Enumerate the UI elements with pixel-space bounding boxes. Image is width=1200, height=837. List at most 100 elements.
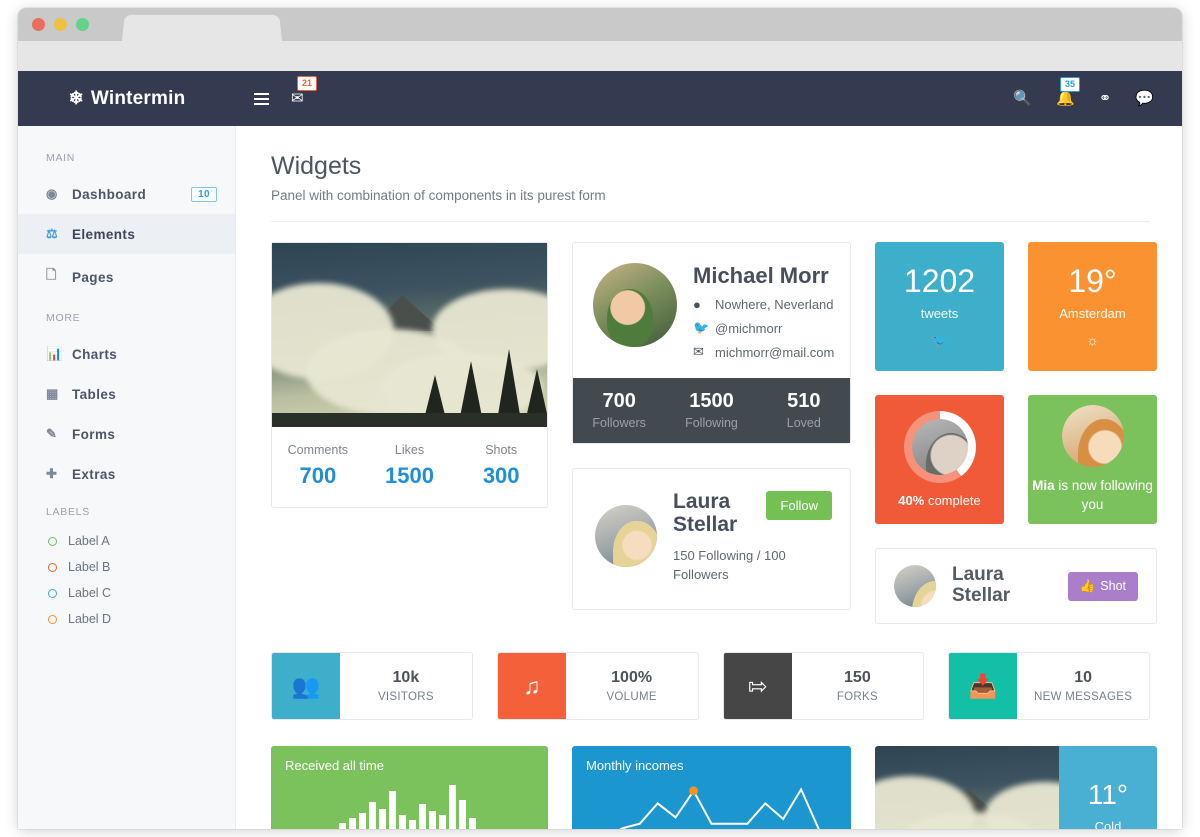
stat-loved: 510 Loved: [758, 390, 850, 430]
shot-button[interactable]: 👍 Shot: [1067, 571, 1138, 601]
code-fork-icon: ⇰: [723, 653, 792, 719]
mountain-clouds-photo: [875, 746, 1059, 829]
stat-value: 300: [482, 463, 520, 488]
bell-badge: 35: [1060, 77, 1081, 92]
circle-icon: [48, 562, 57, 572]
hamburger-icon[interactable]: [254, 92, 269, 105]
bell-icon[interactable]: 🔔 35: [1056, 77, 1081, 106]
tweets-count: 1202: [903, 262, 976, 299]
sidebar-item-elements[interactable]: ⚖ Elements: [18, 214, 235, 254]
minimize-button[interactable]: [54, 18, 67, 31]
close-button[interactable]: [32, 18, 45, 31]
window-controls: [32, 18, 89, 31]
stat-label: Following: [685, 416, 738, 430]
sidebar-label-a[interactable]: Label A: [18, 528, 235, 554]
page-subtitle: Panel with combination of components in …: [271, 188, 606, 203]
received-card: Received all time 15080 10000 5100: [271, 746, 548, 829]
browser-tab[interactable]: [122, 14, 282, 41]
sidebar-label-c[interactable]: Label C: [18, 580, 235, 606]
follower-name: Mia: [1032, 478, 1055, 494]
stat-label: Followers: [592, 416, 646, 430]
stat-value: 700: [602, 390, 636, 412]
stat-strip: 👥 10k VISITORS ♫ 100% VOLUME ⇰ 150 FORKS…: [271, 652, 1150, 720]
follower-message: Mia is now following you: [1028, 477, 1157, 513]
stat-value: 10k: [392, 669, 420, 686]
shot-card-name: Laura Stellar: [952, 564, 1011, 606]
follow-button[interactable]: Follow: [766, 491, 832, 520]
profile-twitter: 🐦 @michmorr: [693, 320, 834, 336]
tweets-label: tweets: [920, 305, 959, 321]
incomes-card: Monthly incomes: [572, 746, 851, 829]
profile-location-text: Nowhere, Neverland: [715, 297, 834, 312]
forks-stat[interactable]: ⇰ 150 FORKS: [722, 652, 925, 720]
stat-label: Comments: [287, 443, 349, 457]
sidebar-item-dashboard[interactable]: ◉ Dashboard 10: [18, 174, 235, 214]
envelope-icon[interactable]: ✉ 21: [291, 76, 318, 106]
photo-stats-card: Comments 700 Likes 1500 Shots 300: [271, 242, 548, 508]
follower-tile[interactable]: Mia is now following you: [1028, 395, 1157, 524]
weather-tile[interactable]: 19° Amsterdam ☼: [1028, 242, 1157, 371]
brand-name: Wintermin: [90, 87, 186, 109]
browser-chrome-bar: [18, 8, 1182, 41]
twitter-icon: 🐦: [693, 320, 710, 335]
messages-stat[interactable]: 📥 10 NEW MESSAGES: [948, 652, 1150, 720]
stat-value: 1500: [689, 390, 734, 412]
sidebar-item-label: Pages: [72, 269, 114, 285]
widget-column-left: Comments 700 Likes 1500 Shots 300: [271, 242, 548, 624]
navbar-right-actions: 🔍 🔔 35 ⚭ 💬: [1013, 77, 1182, 106]
bottom-widgets-row: Received all time 15080 10000 5100: [271, 746, 1157, 829]
received-sparkline: [329, 779, 476, 829]
sidebar-label-d[interactable]: Label D: [18, 606, 235, 632]
stat-value: 10: [1074, 669, 1093, 686]
sidebar-label-text: Label A: [68, 534, 110, 548]
brand-logo[interactable]: ❄ Wintermin: [18, 88, 236, 110]
profile-footer-stats: 700 Followers 1500 Following 510 Loved: [573, 378, 850, 443]
navbar-left-actions: ✉ 21: [236, 76, 318, 106]
music-note-icon: ♫: [497, 653, 566, 719]
circle-icon: [48, 614, 57, 624]
sidebar-section-more: MORE: [46, 312, 81, 324]
sidebar-item-pages[interactable]: 🗋 Pages: [18, 254, 235, 300]
progress-suffix: complete: [924, 493, 981, 508]
flask-icon: ⚖: [46, 226, 59, 241]
profile-location: ● Nowhere, Neverland: [693, 297, 834, 312]
profile-card: Michael Morr ● Nowhere, Neverland 🐦 @mic…: [572, 242, 851, 444]
progress-ring: [903, 411, 976, 483]
progress-tile[interactable]: 40% complete: [875, 395, 1004, 524]
sidebar-section-labels: LABELS: [46, 506, 90, 518]
weather-info: 11° Cold ☼: [1059, 746, 1157, 829]
maximize-button[interactable]: [76, 18, 89, 31]
profile-email-text: michmorr@mail.com: [715, 344, 835, 360]
sidebar-item-charts[interactable]: 📊 Charts: [18, 334, 235, 374]
sidebar-item-tables[interactable]: ▦ Tables: [18, 374, 235, 414]
volume-stat[interactable]: ♫ 100% VOLUME: [496, 652, 699, 720]
laura-meta: 150 Following / 100 Followers: [673, 548, 786, 583]
profile-twitter-text: @michmorr: [715, 320, 783, 336]
sidebar-item-label: Tables: [72, 386, 117, 402]
laura-follow-card: Laura Stellar Follow 150 Following / 100…: [572, 468, 851, 611]
visitors-stat[interactable]: 👥 10k VISITORS: [271, 652, 473, 720]
weather-condition: Cold: [1094, 819, 1122, 829]
received-chart: Received all time: [271, 746, 548, 829]
avatar: [595, 505, 657, 567]
tweets-tile[interactable]: 1202 tweets 🐦: [875, 242, 1004, 371]
stat-caption: VOLUME: [606, 691, 657, 703]
mountain-clouds-photo: [272, 243, 547, 427]
sidebar-item-extras[interactable]: ✚ Extras: [18, 454, 235, 494]
pin-icon[interactable]: ⚭: [1099, 91, 1112, 106]
incomes-line-svg: [619, 786, 820, 829]
inbox-icon: 📥: [949, 653, 1018, 719]
avatar: [894, 565, 936, 607]
envelope-icon: ✉: [693, 344, 704, 359]
bar-chart-icon: 📊: [46, 346, 63, 361]
progress-label: 40% complete: [898, 493, 980, 508]
sidebar-label-b[interactable]: Label B: [18, 554, 235, 580]
sidebar-item-label: Extras: [72, 466, 116, 482]
sidebar-item-forms[interactable]: ✎ Forms: [18, 414, 235, 454]
search-icon[interactable]: 🔍: [1013, 91, 1032, 106]
widget-column-right: 1202 tweets 🐦 19° Amsterdam ☼ 40% comple…: [875, 242, 1157, 624]
sidebar-item-label: Forms: [72, 426, 116, 442]
chat-bubble-icon[interactable]: 💬: [1135, 91, 1154, 106]
file-icon: 🗋: [46, 267, 57, 282]
stat-label: Shots: [485, 443, 518, 457]
